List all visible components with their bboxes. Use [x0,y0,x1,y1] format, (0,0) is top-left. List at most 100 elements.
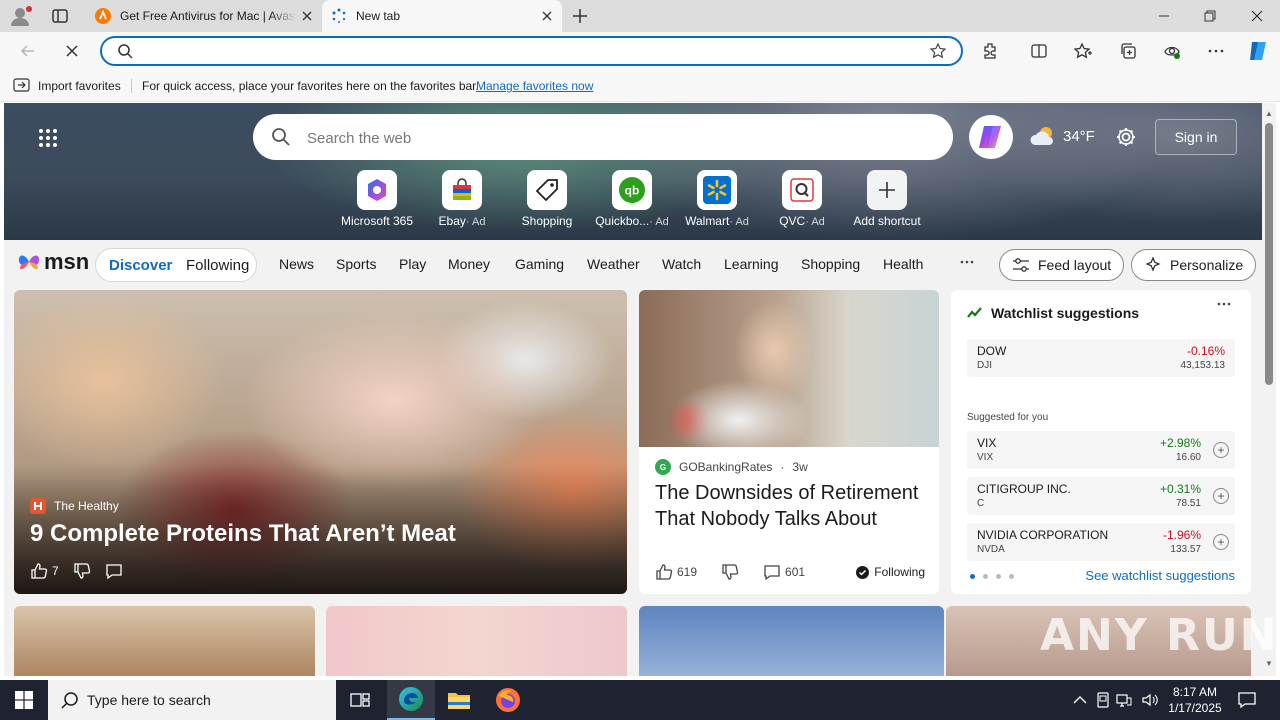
stock-row-dow[interactable]: DOW DJI -0.16% 43,153.13 [967,339,1235,377]
shortcut-shopping[interactable]: Shopping [507,170,587,228]
watchlist-more-icon[interactable] [1217,302,1231,306]
close-window-icon[interactable] [1247,6,1267,26]
the-healthy-logo-icon [30,498,46,514]
new-tab-button[interactable] [570,6,590,26]
network-icon[interactable] [1116,692,1132,708]
stock-row-nvidia[interactable]: NVIDIA CORPORATION NVDA -1.96% 133.57 + [967,523,1235,561]
article-card-retirement[interactable]: G GOBankingRates · 3w The Downsides of R… [639,290,939,594]
import-favorites-button[interactable]: Import favorites [13,78,121,93]
article-headline[interactable]: 9 Complete Proteins That Aren’t Meat [30,520,456,548]
app-launcher-icon[interactable] [38,128,58,148]
nav-news[interactable]: News [279,256,314,272]
minimize-icon[interactable] [1154,6,1174,26]
collections-icon[interactable] [1118,41,1138,61]
extensions-icon[interactable] [981,41,1001,61]
feed-layout-button[interactable]: Feed layout [999,249,1125,281]
copilot-button[interactable] [969,115,1013,159]
sign-in-button[interactable]: Sign in [1155,119,1237,155]
favorites-icon[interactable] [1073,41,1093,61]
divider [131,79,132,93]
article-card-row2-1[interactable] [14,606,315,676]
comment-icon [763,563,781,581]
profile-icon[interactable] [9,5,33,27]
browser-essentials-icon[interactable] [1162,41,1182,61]
taskbar-search[interactable]: Type here to search [48,680,336,720]
article-card-row2-3[interactable] [639,606,944,676]
shortcut-quickbooks[interactable]: qb Quickbo...· Ad [592,170,672,228]
stock-row-vix[interactable]: VIX VIX +2.98% 16.60 + [967,431,1235,469]
add-to-watchlist-icon[interactable]: + [1213,534,1229,550]
thumbs-down-icon[interactable] [721,563,739,581]
add-to-watchlist-icon[interactable]: + [1213,488,1229,504]
more-options-icon[interactable] [1206,41,1226,61]
stop-loading-icon[interactable] [62,41,82,61]
stock-row-citigroup[interactable]: CITIGROUP INC. C +0.31% 78.51 + [967,477,1235,515]
task-view-icon[interactable] [336,680,384,720]
nav-play[interactable]: Play [399,256,426,272]
like-button[interactable]: 619 [655,563,697,581]
msn-logo[interactable]: msn [16,249,89,275]
shortcut-ebay[interactable]: Ebay· Ad [422,170,502,228]
tab-actions-icon[interactable] [50,6,70,26]
chevron-up-icon[interactable] [1072,692,1088,708]
article-card-row2-2[interactable] [326,606,627,676]
comment-icon[interactable] [105,562,123,580]
edge-taskbar-icon[interactable] [387,680,435,720]
nav-health[interactable]: Health [883,256,923,272]
nav-gaming[interactable]: Gaming [515,256,564,272]
scrollbar-thumb[interactable] [1265,123,1273,385]
shortcut-walmart[interactable]: Walmart· Ad [677,170,757,228]
more-nav-icon[interactable] [959,252,975,272]
like-button[interactable]: 7 [30,562,59,580]
device-icon[interactable] [1095,692,1111,708]
nav-money[interactable]: Money [448,256,490,272]
tab-title: Get Free Antivirus for Mac | Avast [120,9,296,23]
tab-avast[interactable]: Get Free Antivirus for Mac | Avast [86,0,322,32]
weather-widget[interactable]: 34°F [1029,125,1095,147]
comment-button[interactable]: 601 [763,563,805,581]
carousel-pager[interactable] [970,574,1014,579]
article-card-featured[interactable]: The Healthy 9 Complete Proteins That Are… [14,290,627,594]
volume-icon[interactable] [1141,692,1159,708]
manage-favorites-link[interactable]: Manage favorites now [476,79,593,93]
close-tab-icon[interactable] [540,9,554,23]
shortcut-qvc[interactable]: QVC· Ad [762,170,842,228]
close-tab-icon[interactable] [300,9,314,23]
see-watchlist-link[interactable]: See watchlist suggestions [1085,568,1235,583]
tab-discover[interactable]: Discover [109,257,172,274]
nav-watch[interactable]: Watch [662,256,701,272]
personalize-button[interactable]: Personalize [1131,249,1257,281]
notifications-icon[interactable] [1236,690,1258,710]
split-screen-icon[interactable] [1029,41,1049,61]
web-search-box[interactable] [253,114,953,160]
page-scrollbar[interactable]: ▲ ▼ [1262,103,1276,676]
tab-following[interactable]: Following [186,257,249,274]
nav-weather[interactable]: Weather [587,256,640,272]
thumbs-down-icon[interactable] [73,562,91,580]
firefox-icon[interactable] [484,680,532,720]
add-shortcut-button[interactable]: Add shortcut [847,170,927,228]
clock[interactable]: 8:17 AM 1/17/2025 [1168,684,1222,716]
file-explorer-icon[interactable] [435,680,483,720]
favorite-star-icon[interactable] [929,42,947,60]
following-status[interactable]: Following [856,565,925,579]
copilot-icon[interactable] [1246,39,1270,63]
add-to-watchlist-icon[interactable]: + [1213,442,1229,458]
nav-shopping[interactable]: Shopping [801,256,860,272]
nav-sports[interactable]: Sports [336,256,376,272]
tab-new-tab[interactable]: New tab [322,0,562,32]
restore-icon[interactable] [1200,6,1220,26]
web-search-input[interactable] [307,128,907,148]
back-icon[interactable] [18,41,38,61]
address-bar[interactable] [100,36,963,66]
scroll-up-icon[interactable]: ▲ [1265,109,1273,118]
address-input[interactable] [138,42,918,60]
article-headline[interactable]: The Downsides of Retirement That Nobody … [655,480,925,532]
stock-trend-icon [967,307,983,319]
shortcut-microsoft-365[interactable]: Microsoft 365 [337,170,417,228]
dot-separator: · [780,460,785,474]
page-settings-icon[interactable] [1115,126,1137,148]
search-icon [271,127,291,147]
nav-learning[interactable]: Learning [724,256,779,272]
windows-start-icon[interactable] [0,680,48,720]
